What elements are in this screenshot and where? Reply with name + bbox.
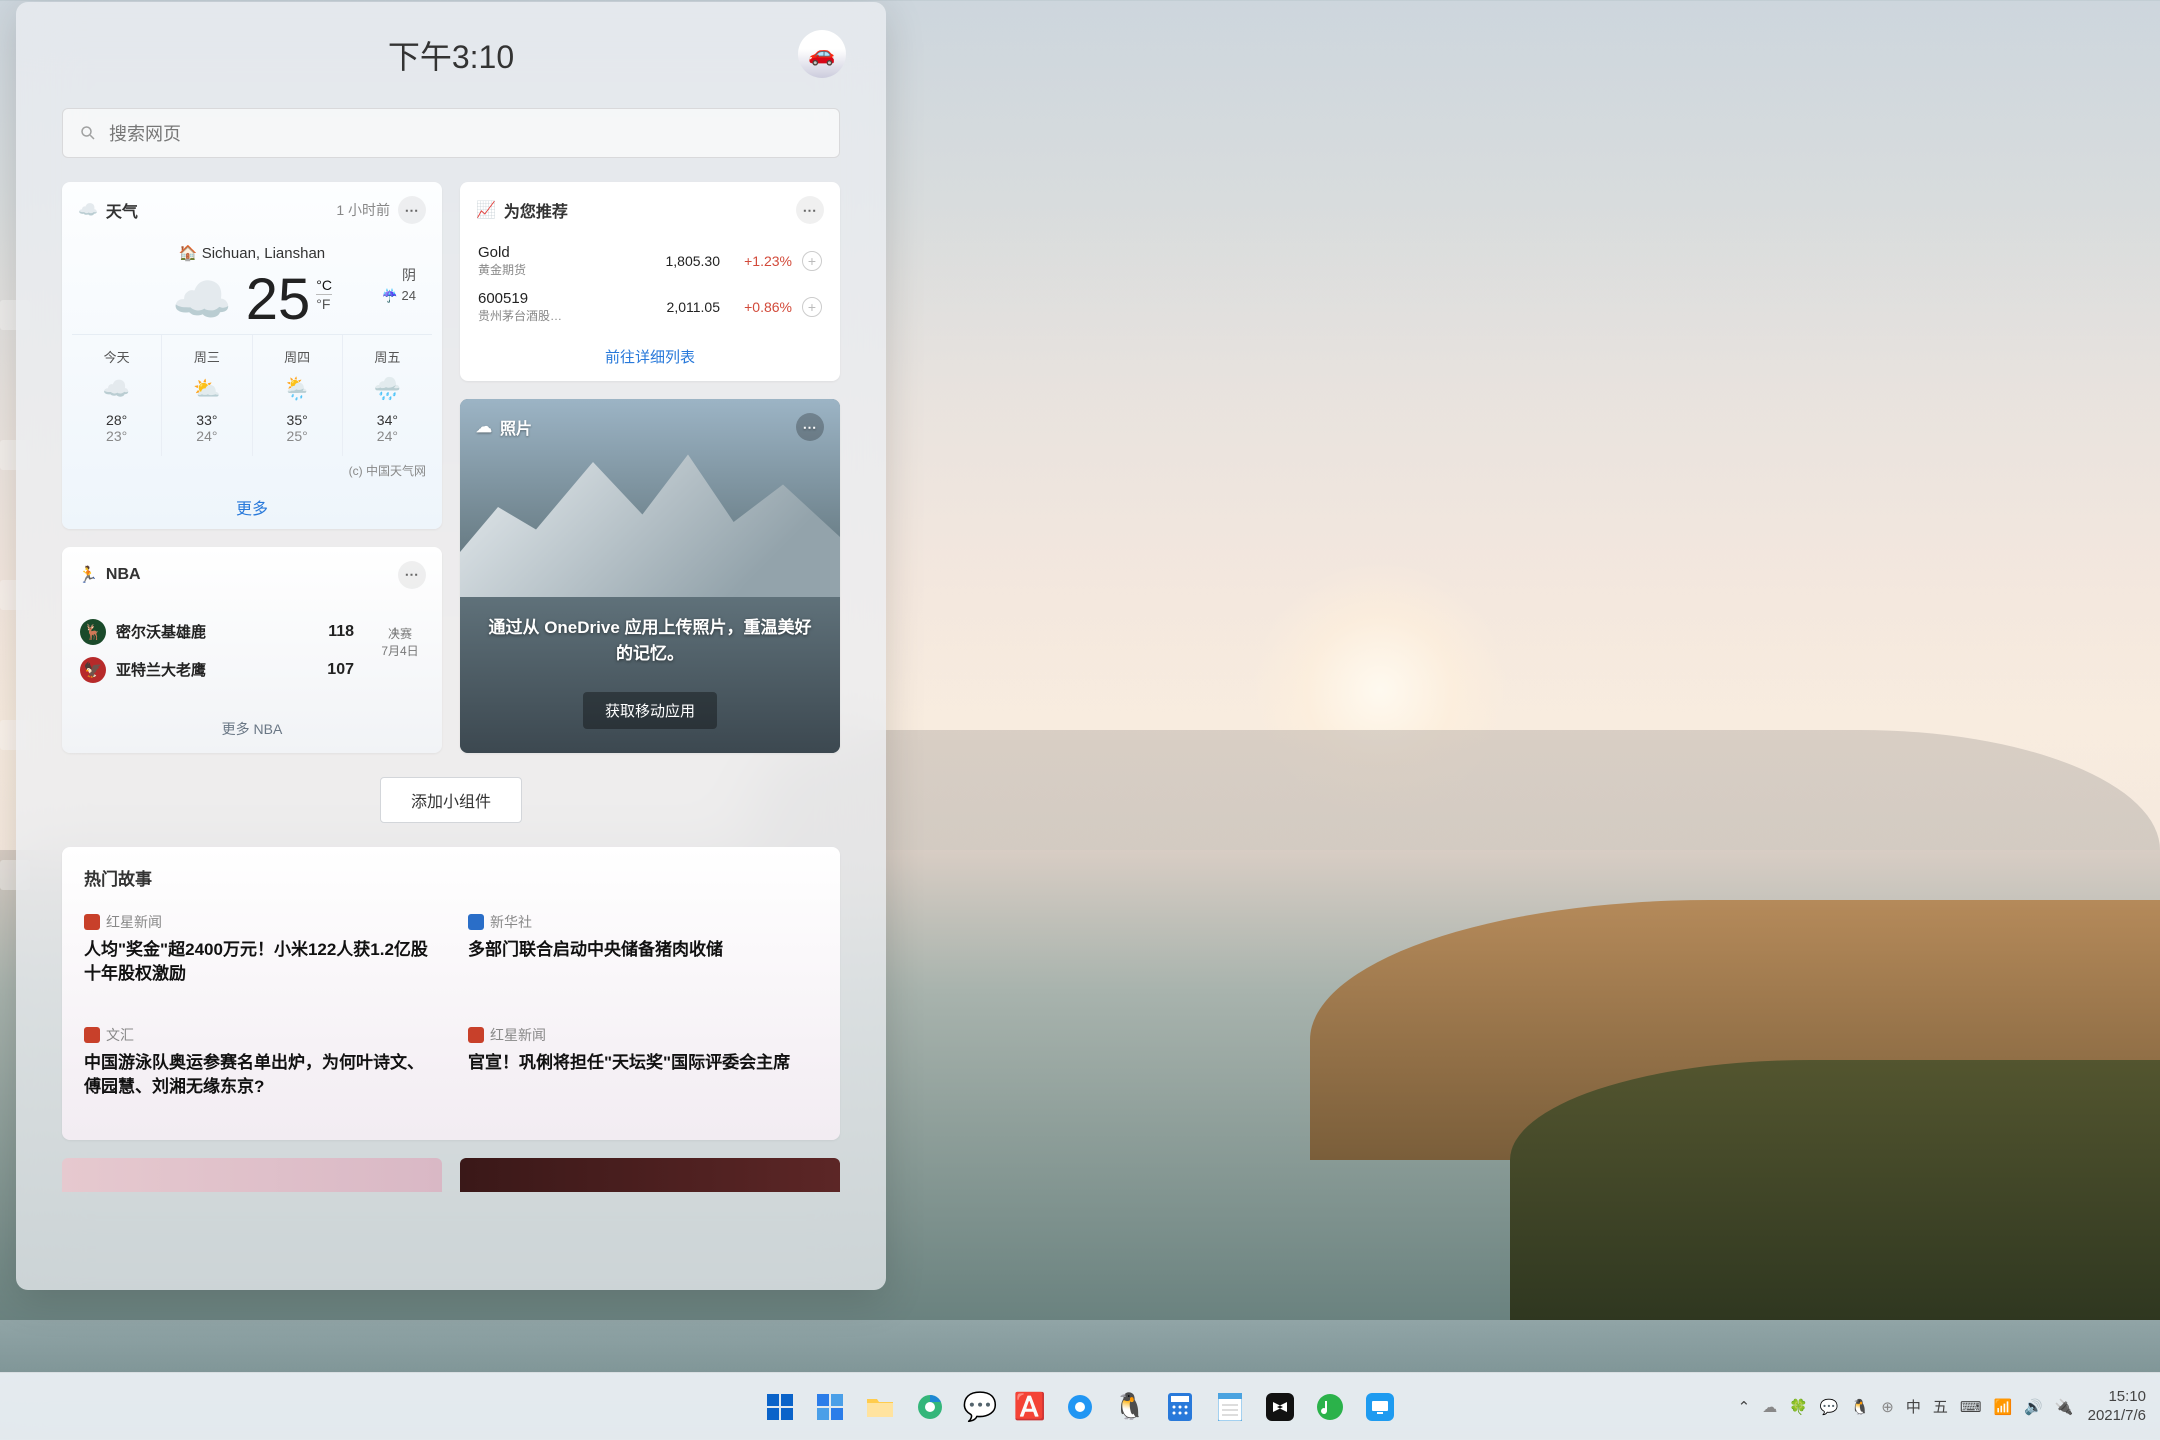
forecast-day[interactable]: 周四 🌦️ 35° 25° <box>252 335 342 456</box>
tray-qq-manager-icon[interactable]: 🐧 <box>1851 1398 1870 1416</box>
news-image-cards[interactable] <box>62 1158 840 1192</box>
weather-current-temp: 25 °C °F <box>246 266 332 333</box>
forecast-day[interactable]: 周三 ⛅ 33° 24° <box>161 335 251 456</box>
nba-title: NBA <box>106 566 141 584</box>
weather-cloud-icon: ☁️ <box>78 200 98 220</box>
news-item[interactable]: 文汇 中国游泳队奥运参赛名单出炉，为何叶诗文、傅园慧、刘湘无缘东京? <box>84 1025 434 1100</box>
add-widget-button[interactable]: 添加小组件 <box>380 777 522 823</box>
qq-music-button[interactable] <box>1309 1386 1351 1428</box>
taskbar-tray: ⌃ ☁ 🍀 💬 🐧 ⊕ 中 五 ⌨ 📶 🔊 🔌 15:10 2021/7/6 <box>1738 1388 2146 1426</box>
tray-volume-icon[interactable]: 🔊 <box>2024 1398 2043 1416</box>
weather-title: 天气 <box>106 198 138 222</box>
watchlist-more-menu[interactable]: ⋯ <box>796 196 824 224</box>
top-stories-title: 热门故事 <box>84 865 818 890</box>
weather-forecast: 今天 ☁️ 28° 23° 周三 ⛅ 33° 24° 周四 🌦️ 35° 25°… <box>72 334 432 456</box>
tray-onedrive-icon[interactable]: ☁ <box>1762 1398 1777 1416</box>
forecast-weather-icon: 🌧️ <box>343 376 432 402</box>
ime-language[interactable]: 中 <box>1906 1396 1921 1417</box>
weather-location: 🏠 Sichuan, Lianshan <box>62 244 442 262</box>
news-item[interactable]: 红星新闻 人均"奖金"超2400万元！小米122人获1.2亿股十年股权激励 <box>84 912 434 987</box>
calculator-button[interactable] <box>1159 1386 1201 1428</box>
capcut-button[interactable] <box>1259 1386 1301 1428</box>
watchlist-icon: 📈 <box>476 200 496 220</box>
weather-updated: 1 小时前 <box>336 200 390 220</box>
forecast-day[interactable]: 今天 ☁️ 28° 23° <box>72 335 161 456</box>
watchlist-add-icon[interactable]: + <box>802 251 822 271</box>
watchlist-row[interactable]: Gold黄金期货 1,805.30 +1.23% + <box>460 238 840 284</box>
file-explorer-button[interactable] <box>859 1386 901 1428</box>
widgets-button[interactable] <box>809 1386 851 1428</box>
ime-mode[interactable]: 五 <box>1933 1396 1948 1417</box>
onedrive-icon: ☁ <box>476 417 492 437</box>
news-source-icon <box>84 1027 100 1043</box>
search-placeholder: 搜索网页 <box>109 120 181 146</box>
top-stories-widget[interactable]: 热门故事 红星新闻 人均"奖金"超2400万元！小米122人获1.2亿股十年股权… <box>62 847 840 1141</box>
photos-message: 通过从 OneDrive 应用上传照片，重温美好的记忆。 <box>488 615 812 666</box>
watchlist-title: 为您推荐 <box>504 198 568 222</box>
weather-credit: (c) 中国天气网 <box>62 456 442 485</box>
watchlist-row[interactable]: 600519贵州茅台酒股… 2,011.05 +0.86% + <box>460 284 840 330</box>
tray-unknown-icon[interactable]: ⊕ <box>1881 1398 1894 1416</box>
watchlist-add-icon[interactable]: + <box>802 297 822 317</box>
taskbar-center: 💬 🅰️ 🐧 <box>759 1386 1401 1428</box>
widgets-panel: 下午3:10 🚗 搜索网页 ☁️ 天气 1 小时前 ⋯ 🏠 Sichuan, L… <box>16 2 886 1290</box>
forecast-weather-icon: 🌦️ <box>253 376 342 402</box>
nba-more-menu[interactable]: ⋯ <box>398 561 426 589</box>
nba-widget[interactable]: 🏃 NBA ⋯ 🦌 密尔沃基雄鹿 118 4 🦅 亚特兰大老鹰 107 <box>62 547 442 753</box>
tray-wechat-icon[interactable]: 💬 <box>1820 1398 1839 1416</box>
watchlist-detail-link[interactable]: 前往详细列表 <box>460 330 840 381</box>
edge-button[interactable] <box>909 1386 951 1428</box>
forecast-weather-icon: ⛅ <box>162 376 251 402</box>
news-source-icon <box>468 914 484 930</box>
taskbar: 💬 🅰️ 🐧 ⌃ ☁ 🍀 💬 🐧 ⊕ 中 五 <box>0 1372 2160 1440</box>
photos-get-app-button[interactable]: 获取移动应用 <box>583 692 717 729</box>
qq-pinyin-button[interactable]: 🅰️ <box>1009 1386 1051 1428</box>
search-input[interactable]: 搜索网页 <box>62 108 840 158</box>
tray-keyboard-icon[interactable]: ⌨ <box>1960 1398 1982 1416</box>
news-item[interactable]: 红星新闻 官宣！巩俐将担任"天坛奖"国际评委会主席 <box>468 1025 818 1100</box>
news-source-icon <box>84 914 100 930</box>
weather-more-link[interactable]: 更多 <box>62 485 442 529</box>
unit-fahrenheit[interactable]: °F <box>316 295 332 313</box>
tray-power-icon[interactable]: 🔌 <box>2055 1398 2074 1416</box>
wechat-button[interactable]: 💬 <box>959 1386 1001 1428</box>
weather-widget[interactable]: ☁️ 天气 1 小时前 ⋯ 🏠 Sichuan, Lianshan ☁️ 25 … <box>62 182 442 529</box>
forecast-weather-icon: ☁️ <box>72 376 161 402</box>
qq-button[interactable]: 🐧 <box>1109 1386 1151 1428</box>
qq-browser-button[interactable] <box>1059 1386 1101 1428</box>
user-avatar[interactable]: 🚗 <box>798 30 846 78</box>
search-icon <box>79 124 97 142</box>
weather-more-menu[interactable]: ⋯ <box>398 196 426 224</box>
unit-celsius[interactable]: °C <box>316 276 332 295</box>
hawks-logo-icon: 🦅 <box>80 657 106 683</box>
weather-current-icon: ☁️ <box>172 271 232 328</box>
notepad-button[interactable] <box>1209 1386 1251 1428</box>
nba-more-link[interactable]: 更多 NBA <box>62 689 442 753</box>
photos-more-menu[interactable]: ⋯ <box>796 413 824 441</box>
taskbar-clock[interactable]: 15:10 2021/7/6 <box>2088 1388 2146 1426</box>
photos-title: 照片 <box>500 415 532 439</box>
panel-clock: 下午3:10 <box>44 32 858 78</box>
start-button[interactable] <box>759 1386 801 1428</box>
tray-chevron-up-icon[interactable]: ⌃ <box>1738 1398 1751 1416</box>
tray-security-icon[interactable]: 🍀 <box>1789 1398 1808 1416</box>
sports-icon: 🏃 <box>78 565 98 585</box>
nba-game-meta: 决赛 7月4日 <box>370 625 430 659</box>
forecast-day[interactable]: 周五 🌧️ 34° 24° <box>342 335 432 456</box>
photos-widget[interactable]: ☁ 照片 ⋯ 通过从 OneDrive 应用上传照片，重温美好的记忆。 获取移动… <box>460 399 840 753</box>
bucks-logo-icon: 🦌 <box>80 619 106 645</box>
tray-wifi-icon[interactable]: 📶 <box>1994 1398 2013 1416</box>
news-source-icon <box>468 1027 484 1043</box>
news-item[interactable]: 新华社 多部门联合启动中央储备猪肉收储 <box>468 912 818 987</box>
todesk-button[interactable] <box>1359 1386 1401 1428</box>
watchlist-widget[interactable]: 📈 为您推荐 ⋯ Gold黄金期货 1,805.30 +1.23% + 6005… <box>460 182 840 381</box>
